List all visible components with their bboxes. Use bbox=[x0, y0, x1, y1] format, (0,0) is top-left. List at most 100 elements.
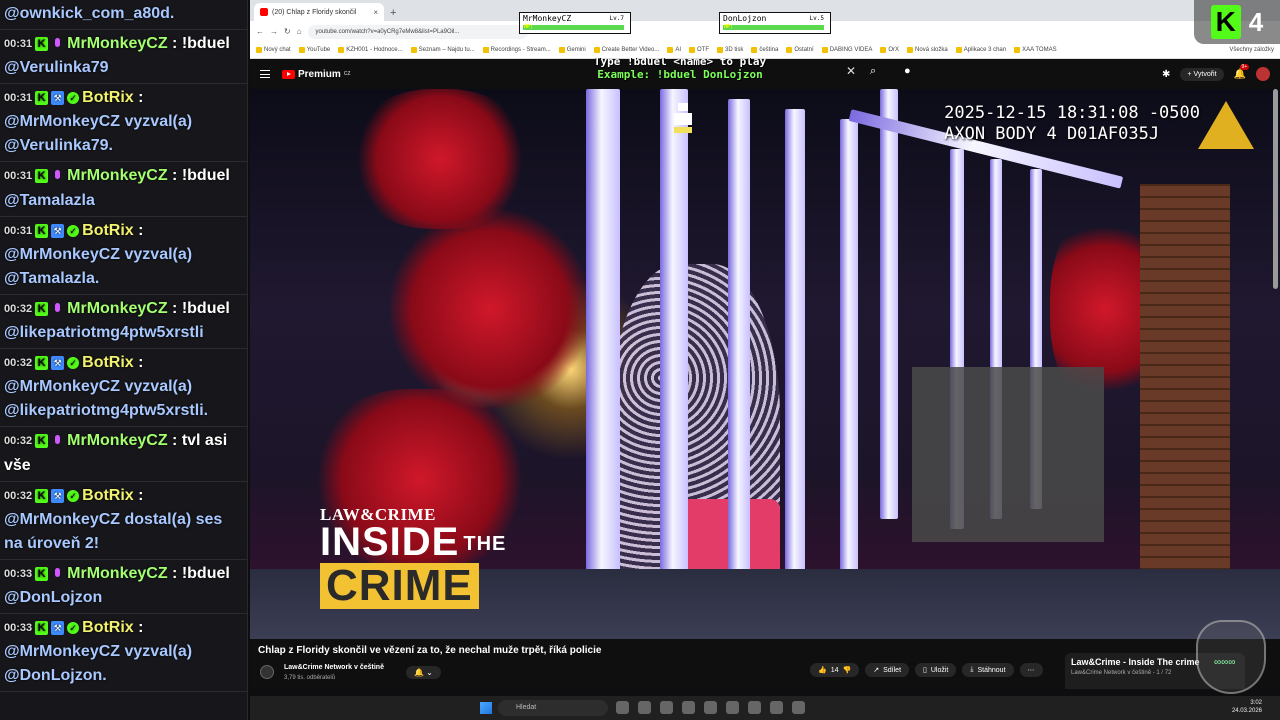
subscription-bell-button[interactable]: 🔔 ⌄ bbox=[406, 666, 441, 679]
back-icon[interactable]: ← bbox=[256, 27, 264, 36]
share-button[interactable]: ↗ Sdílet bbox=[865, 663, 910, 677]
chat-username[interactable]: BotRix bbox=[82, 487, 134, 504]
bookmark-item[interactable]: Seznam – Najdu tu... bbox=[410, 47, 475, 53]
chat-text: !bduel bbox=[181, 35, 230, 53]
bookmark-item[interactable]: XAA TOMAS bbox=[1014, 47, 1057, 53]
bookmark-item[interactable]: čeština bbox=[751, 47, 778, 53]
folder-icon bbox=[786, 47, 793, 53]
save-button[interactable]: ▯ Uložit bbox=[915, 663, 957, 677]
menu-icon[interactable] bbox=[260, 70, 270, 78]
more-actions-button[interactable]: ⋯ bbox=[1019, 663, 1043, 677]
chat-separator: : bbox=[167, 167, 182, 185]
chat-username[interactable]: BotRix bbox=[82, 222, 134, 239]
bookmark-item[interactable]: OTF bbox=[688, 47, 709, 53]
app-icon[interactable] bbox=[770, 701, 783, 714]
duel-player2-hp-fill bbox=[723, 25, 824, 30]
bookmark-item[interactable]: Ostatní bbox=[786, 47, 814, 53]
taskbar-clock[interactable]: 3:02 24.03.2026 bbox=[1232, 699, 1262, 715]
folder-icon bbox=[558, 47, 565, 53]
voice-search-icon[interactable]: ● bbox=[904, 65, 911, 77]
create-button[interactable]: + Vytvořit bbox=[1180, 67, 1224, 81]
axon-logo bbox=[1198, 101, 1254, 149]
bookmark-label: Nový chat bbox=[264, 47, 291, 53]
share-label: Sdílet bbox=[883, 666, 902, 674]
chat-timestamp: 00:33 bbox=[4, 622, 33, 635]
notifications-icon[interactable]: 🔔 9+ bbox=[1234, 63, 1250, 80]
gate-rail bbox=[586, 89, 620, 639]
microphone-badge-icon bbox=[51, 302, 64, 316]
bookmark-item[interactable]: AI bbox=[667, 47, 681, 53]
app-icon[interactable] bbox=[638, 701, 651, 714]
home-icon[interactable]: ⌂ bbox=[297, 27, 302, 36]
chat-username[interactable]: MrMonkeyCZ bbox=[67, 35, 167, 52]
channel-avatar[interactable] bbox=[260, 665, 274, 679]
bookmark-item[interactable]: 3D tisk bbox=[716, 47, 743, 53]
clear-search-icon[interactable]: ✕ bbox=[846, 64, 856, 78]
file-explorer-icon[interactable] bbox=[616, 701, 629, 714]
chat-separator: : bbox=[167, 432, 182, 450]
gate-rail bbox=[840, 119, 858, 599]
like-button[interactable]: 👍 14 👎 bbox=[810, 663, 860, 677]
microphone-badge-icon bbox=[51, 37, 64, 51]
decoration-icon: ∞∞∞ bbox=[1214, 657, 1236, 668]
chat-username[interactable]: BotRix bbox=[82, 619, 134, 636]
chat-username[interactable]: BotRix bbox=[82, 354, 134, 371]
url-field[interactable]: youtube.com/watch?v=a0yCRg7eMw8&list=PLa… bbox=[307, 24, 528, 39]
chat-mention-text: @DonLojzon bbox=[4, 589, 103, 607]
youtube-logo[interactable]: Premium CZ bbox=[282, 69, 350, 80]
taskbar-search[interactable]: Hledat bbox=[498, 700, 608, 716]
bookmark-item[interactable]: YouTube bbox=[298, 47, 330, 53]
bookmark-item[interactable]: OrX bbox=[880, 47, 899, 53]
xbox-icon[interactable] bbox=[704, 701, 717, 714]
app-icon[interactable] bbox=[682, 701, 695, 714]
chat-mention-text: @Verulinka79 bbox=[4, 59, 109, 77]
chat-username[interactable]: MrMonkeyCZ bbox=[67, 300, 167, 317]
bookmark-item[interactable]: Nová složka bbox=[907, 47, 948, 53]
gate-rail bbox=[660, 89, 688, 639]
thumbs-down-icon[interactable]: 👎 bbox=[843, 666, 852, 674]
app-icon[interactable] bbox=[726, 701, 739, 714]
chat-message: 00:33 K MrMonkeyCZ : !bduel @DonLojzon bbox=[0, 560, 247, 615]
channel-name[interactable]: Law&Crime Network v češtině bbox=[284, 664, 384, 671]
chrome-icon[interactable] bbox=[748, 701, 761, 714]
gate-rail bbox=[785, 109, 805, 629]
chat-username[interactable]: MrMonkeyCZ bbox=[67, 565, 167, 582]
subscriber-count: 3,79 tis. odběratelů bbox=[284, 675, 336, 681]
new-tab-button[interactable]: + bbox=[390, 7, 396, 19]
duel-player2-level: Lv.5 bbox=[809, 15, 824, 22]
microphone-badge-icon bbox=[51, 567, 64, 581]
chat-username[interactable]: MrMonkeyCZ bbox=[67, 433, 167, 450]
page-scrollbar[interactable] bbox=[1273, 89, 1278, 289]
bookmark-item[interactable]: Gemini bbox=[558, 47, 586, 53]
bookmark-item[interactable]: Nový chat bbox=[256, 47, 291, 53]
bookmark-item[interactable]: DABING VIDEA bbox=[821, 47, 872, 53]
video-player[interactable]: 2025-12-15 18:31:08 -0500 AXON BODY 4 D0… bbox=[250, 89, 1280, 639]
account-avatar[interactable] bbox=[1256, 67, 1270, 81]
windows-start-icon[interactable] bbox=[480, 702, 492, 714]
all-bookmarks-button[interactable]: Všechny záložky bbox=[1229, 47, 1274, 53]
chat-username[interactable]: BotRix bbox=[82, 89, 134, 106]
close-tab-icon[interactable]: × bbox=[373, 8, 378, 17]
bookmark-label: čeština bbox=[759, 47, 779, 53]
tiktok-icon[interactable] bbox=[660, 701, 673, 714]
video-title: Chlap z Floridy skončil ve vězení za to,… bbox=[258, 645, 602, 656]
bookmark-item[interactable]: KZH001 - Hodnoce... bbox=[338, 47, 403, 53]
kick-badge-icon: K bbox=[35, 37, 49, 51]
bookmark-item[interactable]: Aplikace 3 chan bbox=[955, 47, 1006, 53]
chat-username[interactable]: MrMonkeyCZ bbox=[67, 168, 167, 185]
chat-timestamp: 00:32 bbox=[4, 489, 33, 502]
bookmark-item[interactable]: Create Better Video... bbox=[593, 47, 659, 53]
bookmark-icon: ▯ bbox=[923, 667, 927, 674]
search-icon[interactable]: ⌕ bbox=[870, 65, 876, 78]
blurred-region bbox=[912, 367, 1104, 542]
app-icon[interactable] bbox=[792, 701, 805, 714]
bookmark-label: Seznam – Najdu tu... bbox=[418, 47, 475, 53]
browser-tab[interactable]: (20) Chlap z Floridy skončil × bbox=[254, 3, 384, 21]
download-button[interactable]: ⤓ Stáhnout bbox=[962, 663, 1014, 677]
taskbar-date: 24.03.2026 bbox=[1231, 708, 1262, 714]
extension-icon[interactable]: ✱ bbox=[1162, 69, 1170, 80]
bookmark-item[interactable]: Recordings - Stream... bbox=[482, 47, 551, 53]
forward-icon[interactable]: → bbox=[270, 27, 278, 36]
reload-icon[interactable]: ↻ bbox=[284, 27, 291, 36]
taskbar-time: 3:02 bbox=[1250, 700, 1262, 706]
